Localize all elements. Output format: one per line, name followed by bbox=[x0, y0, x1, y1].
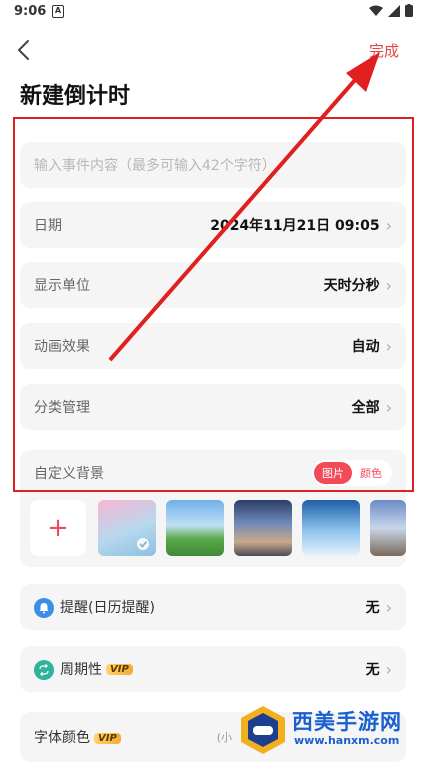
reminder-label: 提醒(日历提醒) bbox=[60, 599, 155, 616]
bell-icon bbox=[34, 597, 54, 618]
annotation-arrow bbox=[108, 52, 380, 362]
repeat-icon bbox=[34, 659, 54, 680]
repeat-label: 周期性 bbox=[60, 661, 102, 678]
watermark-logo-icon bbox=[241, 706, 285, 754]
watermark: 西美手游网 www.hanxm.com bbox=[238, 700, 425, 756]
vip-badge: VIP bbox=[106, 664, 133, 675]
reminder-row[interactable]: 提醒(日历提醒) 无 › bbox=[20, 584, 406, 630]
repeat-row[interactable]: 周期性 VIP 无 › bbox=[20, 646, 406, 692]
vip-badge: VIP bbox=[94, 732, 121, 744]
font-color-label: 字体颜色 bbox=[34, 730, 90, 746]
repeat-value: 无 bbox=[365, 662, 380, 678]
watermark-url: www.hanxm.com bbox=[294, 734, 400, 747]
chevron-right-icon: › bbox=[385, 659, 392, 679]
chevron-right-icon: › bbox=[385, 597, 392, 617]
font-color-hint: (小 bbox=[216, 731, 232, 744]
reminder-value: 无 bbox=[365, 600, 380, 616]
watermark-name: 西美手游网 bbox=[292, 710, 402, 734]
